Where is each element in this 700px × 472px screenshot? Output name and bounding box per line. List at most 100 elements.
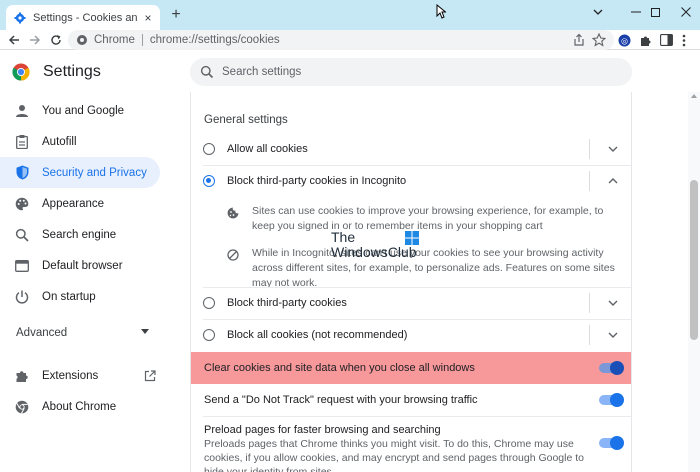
sidebar-item-on-startup[interactable]: On startup [0,281,160,312]
sidebar-item-label: Security and Privacy [42,166,147,179]
option-block-third-party-incognito[interactable]: Block third-party cookies in Incognito [191,165,631,197]
close-icon [681,7,691,17]
puzzle-icon [14,368,30,384]
sidebar-item-search-engine[interactable]: Search engine [0,219,160,250]
title-bar: Settings - Cookies and other site × + [0,0,700,30]
back-button[interactable] [6,32,22,48]
block-icon [227,249,239,261]
tab-settings[interactable]: Settings - Cookies and other site × [6,5,160,30]
shield-icon [14,165,30,181]
reload-button[interactable] [48,32,64,48]
option-allow-all-cookies[interactable]: Allow all cookies [191,133,631,165]
arrow-right-icon [30,35,41,45]
tab-title: Settings - Cookies and other site [33,11,138,24]
sidebar-item-label: Autofill [42,135,77,148]
reload-icon [51,35,61,45]
toggle-label: Clear cookies and site data when you clo… [204,362,475,374]
more-vertical-icon [682,34,686,46]
sidebar-item-label: Appearance [42,197,105,210]
sidebar-item-label: You and Google [42,104,125,117]
extensions-menu-button[interactable] [637,32,653,48]
search-input[interactable] [222,66,602,78]
watermark-line1: The [331,229,356,245]
settings-search[interactable] [190,58,632,86]
radio-block-all-cookies[interactable] [203,329,215,341]
settings-sidebar: You and Google Autofill Security and Pri… [0,92,188,472]
option-divider [589,293,590,313]
detail-text: While in Incognito, sites can't use your… [252,247,615,289]
sidebar-item-appearance[interactable]: Appearance [0,188,160,219]
settings-header: Settings [0,52,700,92]
do-not-track-row[interactable]: Send a "Do Not Track" request with your … [191,384,631,416]
detail-incognito-blocking: While in Incognito, sites can't use your… [227,246,623,291]
page-title: Settings [43,63,101,80]
watermark: The WindowsClub [331,229,423,263]
address-scheme-label: Chrome [94,34,135,46]
extension-button[interactable]: ◎ [616,32,632,48]
caret-down-icon [141,329,149,334]
side-panel-icon [659,34,673,46]
windows-logo-icon [405,231,419,245]
chevron-down-icon[interactable] [608,145,618,153]
option-divider [589,139,590,159]
address-bar[interactable]: Chrome chrome://settings/cookies [68,30,614,50]
chevron-down-icon[interactable] [608,331,618,339]
watermark-line2: WindowsClub [331,244,417,260]
radio-block-third-party-incognito[interactable] [203,175,215,187]
sidebar-item-security-and-privacy[interactable]: Security and Privacy [0,157,160,188]
clear-on-exit-row[interactable]: Clear cookies and site data when you clo… [191,352,631,384]
option-label: Allow all cookies [227,143,308,155]
sidebar-item-label: Extensions [42,369,99,382]
new-tab-button[interactable]: + [168,7,184,23]
toggle-label: Send a "Do Not Track" request with your … [204,394,478,406]
sidebar-item-autofill[interactable]: Autofill [0,126,160,157]
detail-text: Sites can use cookies to improve your br… [252,205,604,232]
share-icon[interactable] [572,33,586,47]
clear-on-exit-toggle[interactable] [599,361,624,375]
detail-cookies-benefit: Sites can use cookies to improve your br… [227,204,623,234]
radio-allow-all-cookies[interactable] [203,143,215,155]
option-divider [589,171,590,191]
radio-block-third-party[interactable] [203,297,215,309]
option-block-third-party[interactable]: Block third-party cookies [191,287,631,319]
address-url[interactable]: chrome://settings/cookies [150,34,280,46]
side-panel-button[interactable] [658,32,674,48]
tab-close-button[interactable]: × [142,12,154,24]
preload-description: Preloads pages that Chrome thinks you mi… [204,438,584,472]
sidebar-item-extensions[interactable]: Extensions [0,360,160,391]
browser-icon [14,258,30,274]
extension-badge-icon: ◎ [618,34,630,46]
tab-search-button[interactable] [580,2,616,22]
section-title: General settings [204,114,288,126]
power-icon [14,289,30,305]
advanced-label: Advanced [16,327,68,339]
forward-button[interactable] [27,32,43,48]
maximize-icon [650,7,660,17]
chevron-up-icon[interactable] [608,177,618,185]
sidebar-item-label: On startup [42,290,96,303]
cookie-icon [227,207,239,219]
chrome-logo-icon [12,63,30,81]
page-scrollbar[interactable] [688,92,700,472]
chevron-down-icon[interactable] [608,299,618,307]
scroll-up-arrow-icon[interactable] [691,94,697,98]
sidebar-item-label: Default browser [42,259,123,272]
chrome-menu-button[interactable] [676,32,692,48]
option-label: Block third-party cookies [227,297,347,309]
option-block-all-cookies[interactable]: Block all cookies (not recommended) [191,319,631,351]
close-window-button[interactable] [668,2,700,22]
do-not-track-toggle[interactable] [599,393,624,407]
option-label: Block all cookies (not recommended) [227,329,408,341]
sidebar-item-you-and-google[interactable]: You and Google [0,95,160,126]
sidebar-advanced-toggle[interactable]: Advanced [0,323,160,343]
preload-toggle[interactable] [599,436,624,450]
svg-text:◎: ◎ [621,36,628,45]
preload-row[interactable]: Preload pages for faster browsing and se… [191,416,631,472]
bookmark-star-icon[interactable] [592,33,606,47]
preload-title: Preload pages for faster browsing and se… [204,424,441,436]
scrollbar-thumb[interactable] [690,180,698,340]
sidebar-item-about-chrome[interactable]: About Chrome [0,391,160,422]
sidebar-item-default-browser[interactable]: Default browser [0,250,160,281]
gear-icon [14,12,26,23]
option-divider [589,325,590,345]
